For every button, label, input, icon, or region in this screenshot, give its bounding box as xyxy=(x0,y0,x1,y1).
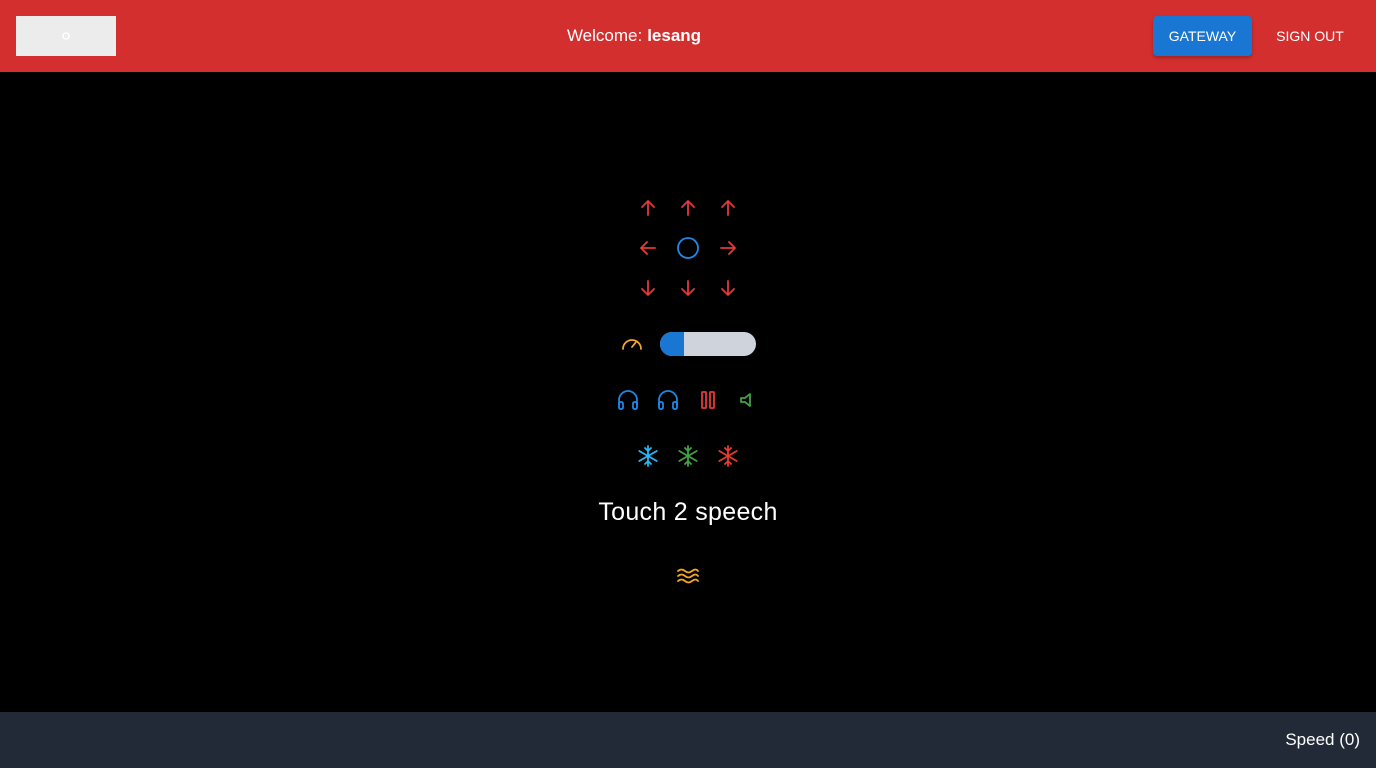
pause-icon[interactable] xyxy=(696,388,720,412)
arrow-up-right-icon[interactable] xyxy=(716,196,740,220)
top-app-bar: Welcome: lesang GATEWAY SIGN OUT xyxy=(0,0,1376,72)
arrow-down-icon[interactable] xyxy=(676,276,700,300)
waves-icon[interactable] xyxy=(676,564,700,588)
volume-icon[interactable] xyxy=(736,388,760,412)
logo-icon xyxy=(62,32,70,40)
speed-slider-fill xyxy=(660,332,684,356)
snowflake-icon[interactable] xyxy=(676,444,700,468)
sign-out-button[interactable]: SIGN OUT xyxy=(1262,16,1358,56)
welcome-prefix: Welcome: xyxy=(566,26,643,45)
speed-label: Speed (0) xyxy=(1285,730,1360,749)
arrow-down-right-icon[interactable] xyxy=(716,276,740,300)
logo[interactable] xyxy=(16,16,116,56)
snowflake-icon[interactable] xyxy=(716,444,740,468)
arrow-left-icon[interactable] xyxy=(636,236,660,260)
snowflake-icon[interactable] xyxy=(636,444,660,468)
arrow-down-left-icon[interactable] xyxy=(636,276,660,300)
gateway-button[interactable]: GATEWAY xyxy=(1153,16,1252,56)
stop-circle-icon[interactable] xyxy=(676,236,700,260)
headphones-icon[interactable] xyxy=(656,388,680,412)
speech-title: Touch 2 speech xyxy=(598,498,778,526)
speed-slider[interactable] xyxy=(660,332,756,356)
arrow-right-icon[interactable] xyxy=(716,236,740,260)
arrow-up-icon[interactable] xyxy=(676,196,700,220)
footer-bar: Speed (0) xyxy=(0,712,1376,768)
username: lesang xyxy=(647,26,702,45)
speedometer-icon xyxy=(620,332,644,356)
arrow-up-left-icon[interactable] xyxy=(636,196,660,220)
headphones-icon[interactable] xyxy=(616,388,640,412)
